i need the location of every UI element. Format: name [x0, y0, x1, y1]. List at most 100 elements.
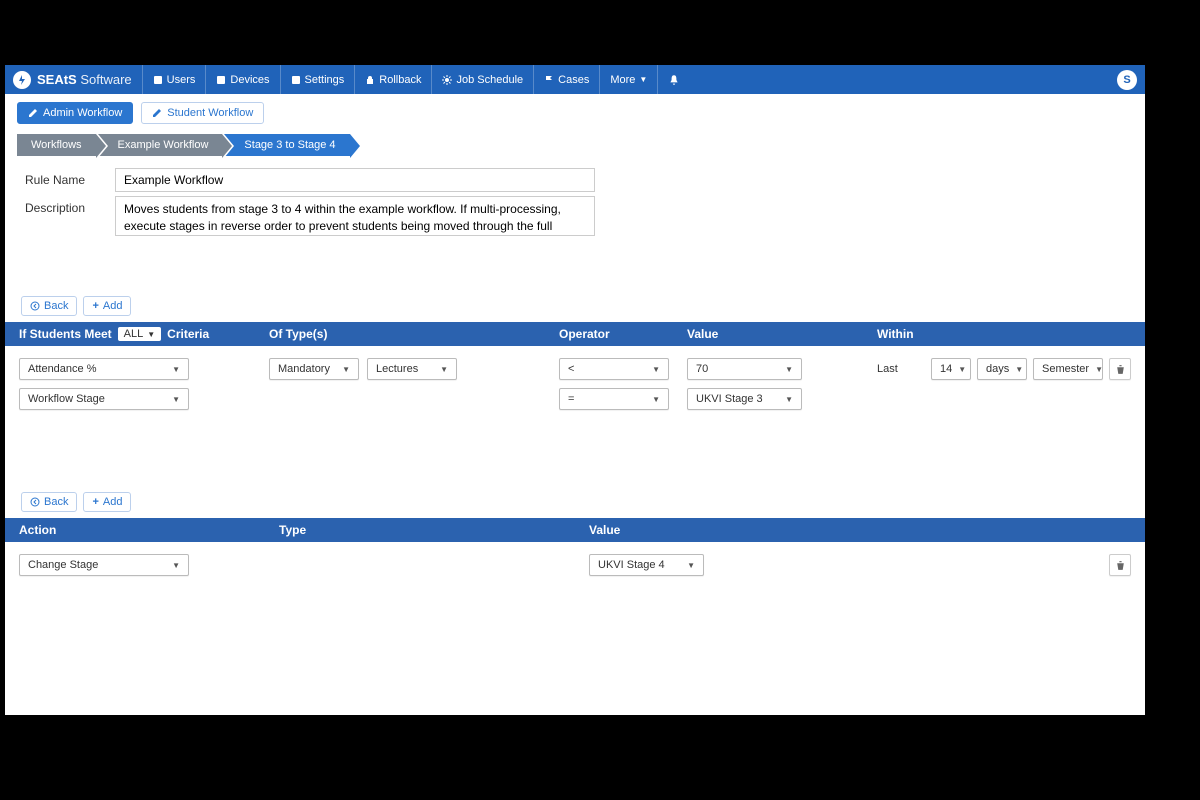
chevron-down-icon: ▼: [440, 365, 448, 374]
nav-bell[interactable]: [658, 65, 690, 94]
breadcrumb: Workflows Example Workflow Stage 3 to St…: [5, 128, 1145, 166]
nav-job-schedule[interactable]: Job Schedule: [431, 65, 533, 94]
criteria-header: If Students Meet ALL ▼ Criteria Of Type(…: [5, 322, 1145, 346]
nav-users-label: Users: [167, 74, 196, 86]
nav-devices[interactable]: Devices: [205, 65, 279, 94]
action-type-header: Type: [275, 523, 585, 537]
within-unit-select[interactable]: days ▼: [977, 358, 1027, 380]
within-unit-label: days: [986, 363, 1009, 375]
criteria-row: Workflow Stage▼ =▼ UKVI Stage 3▼: [15, 384, 1135, 414]
nav-devices-label: Devices: [230, 74, 269, 86]
rule-name-input[interactable]: [115, 168, 595, 192]
crumb-workflows[interactable]: Workflows: [17, 134, 96, 156]
brand-logo: [13, 71, 31, 89]
tab-admin-label: Admin Workflow: [43, 107, 122, 119]
plus-icon: +: [92, 496, 98, 508]
criteria-type2-select[interactable]: Lectures ▼: [367, 358, 457, 380]
action-row: Change Stage ▼ UKVI Stage 4 ▼: [15, 550, 1135, 580]
crumb-stage[interactable]: Stage 3 to Stage 4: [224, 134, 349, 156]
criteria-prefix: If Students Meet: [19, 327, 112, 341]
back-arrow-icon: [30, 301, 40, 311]
nav-job-schedule-label: Job Schedule: [456, 74, 523, 86]
criteria-suffix: Criteria: [167, 327, 209, 341]
user-avatar[interactable]: S: [1117, 70, 1137, 90]
criteria-field-label: Attendance %: [28, 363, 97, 375]
chevron-down-icon: ▼: [147, 330, 155, 339]
within-prefix: Last: [877, 363, 898, 375]
criteria-row: Attendance % ▼ Mandatory ▼ Lectures ▼ <▼: [15, 354, 1135, 384]
nav-settings[interactable]: Settings: [280, 65, 355, 94]
nav-rollback-label: Rollback: [379, 74, 421, 86]
criteria-add-button[interactable]: + Add: [83, 296, 131, 316]
tab-admin-workflow[interactable]: Admin Workflow: [17, 102, 133, 124]
brand-bold: SEAtS: [37, 72, 77, 87]
within-scope-label: Semester: [1042, 363, 1089, 375]
back-label: Back: [44, 300, 68, 312]
action-value-label: UKVI Stage 4: [598, 559, 665, 571]
type1-label: Mandatory: [278, 363, 330, 375]
plus-icon: +: [92, 300, 98, 312]
delete-action-button[interactable]: [1109, 554, 1131, 576]
chevron-down-icon: ▼: [172, 365, 180, 374]
chevron-down-icon: ▼: [172, 561, 180, 570]
actions-header: Action Type Value: [5, 518, 1145, 542]
brand: SEAtS Software: [13, 71, 142, 89]
nav-more-label: More: [610, 74, 635, 86]
criteria-type1-select[interactable]: Mandatory ▼: [269, 358, 359, 380]
description-label: Description: [25, 196, 95, 215]
trash-icon: [1115, 560, 1126, 571]
tab-student-label: Student Workflow: [167, 107, 253, 119]
chevron-down-icon: ▼: [342, 365, 350, 374]
criteria-value-select[interactable]: UKVI Stage 3▼: [687, 388, 802, 410]
description-input[interactable]: [115, 196, 595, 236]
chevron-down-icon: ▼: [1095, 365, 1103, 374]
chevron-down-icon: ▼: [639, 75, 647, 84]
operator-header: Operator: [555, 327, 683, 341]
criteria-scope-pill[interactable]: ALL ▼: [118, 327, 162, 341]
trash-icon: [1115, 364, 1126, 375]
criteria-field-select[interactable]: Workflow Stage▼: [19, 388, 189, 410]
top-navbar: SEAtS Software Users Devices Settings: [5, 65, 1145, 94]
actions-add-button[interactable]: + Add: [83, 492, 131, 512]
action-label: Change Stage: [28, 559, 98, 571]
nav-rollback[interactable]: Rollback: [354, 65, 431, 94]
criteria-operator-select[interactable]: <▼: [559, 358, 669, 380]
rule-name-label: Rule Name: [25, 168, 95, 187]
cogs-icon: [442, 75, 452, 85]
chevron-down-icon: ▼: [1015, 365, 1023, 374]
add-label: Add: [103, 496, 123, 508]
action-select[interactable]: Change Stage ▼: [19, 554, 189, 576]
edit-icon: [28, 108, 38, 118]
chevron-down-icon: ▼: [958, 365, 966, 374]
operator-label: =: [568, 393, 574, 405]
value-label: 70: [696, 363, 708, 375]
within-count-select[interactable]: 14▼: [931, 358, 971, 380]
nav-users[interactable]: Users: [142, 65, 206, 94]
chevron-down-icon: ▼: [785, 365, 793, 374]
criteria-field-select[interactable]: Attendance % ▼: [19, 358, 189, 380]
criteria-back-button[interactable]: Back: [21, 296, 77, 316]
crumb-example[interactable]: Example Workflow: [98, 134, 223, 156]
type2-label: Lectures: [376, 363, 418, 375]
add-label: Add: [103, 300, 123, 312]
criteria-value-select[interactable]: 70 ▼: [687, 358, 802, 380]
brand-light: Software: [80, 72, 131, 87]
within-scope-select[interactable]: Semester ▼: [1033, 358, 1103, 380]
criteria-scope-label: ALL: [124, 328, 144, 340]
chevron-down-icon: ▼: [785, 395, 793, 404]
devices-icon: [216, 75, 226, 85]
delete-row-button[interactable]: [1109, 358, 1131, 380]
within-header: Within: [873, 327, 1135, 341]
criteria-operator-select[interactable]: =▼: [559, 388, 669, 410]
nav-cases[interactable]: Cases: [533, 65, 599, 94]
back-label: Back: [44, 496, 68, 508]
actions-back-button[interactable]: Back: [21, 492, 77, 512]
edit-icon: [152, 108, 162, 118]
chevron-down-icon: ▼: [687, 561, 695, 570]
nav-cases-label: Cases: [558, 74, 589, 86]
tab-student-workflow[interactable]: Student Workflow: [141, 102, 264, 124]
nav-more[interactable]: More ▼: [599, 65, 658, 94]
value-header: Value: [683, 327, 873, 341]
users-icon: [153, 75, 163, 85]
action-value-select[interactable]: UKVI Stage 4 ▼: [589, 554, 704, 576]
